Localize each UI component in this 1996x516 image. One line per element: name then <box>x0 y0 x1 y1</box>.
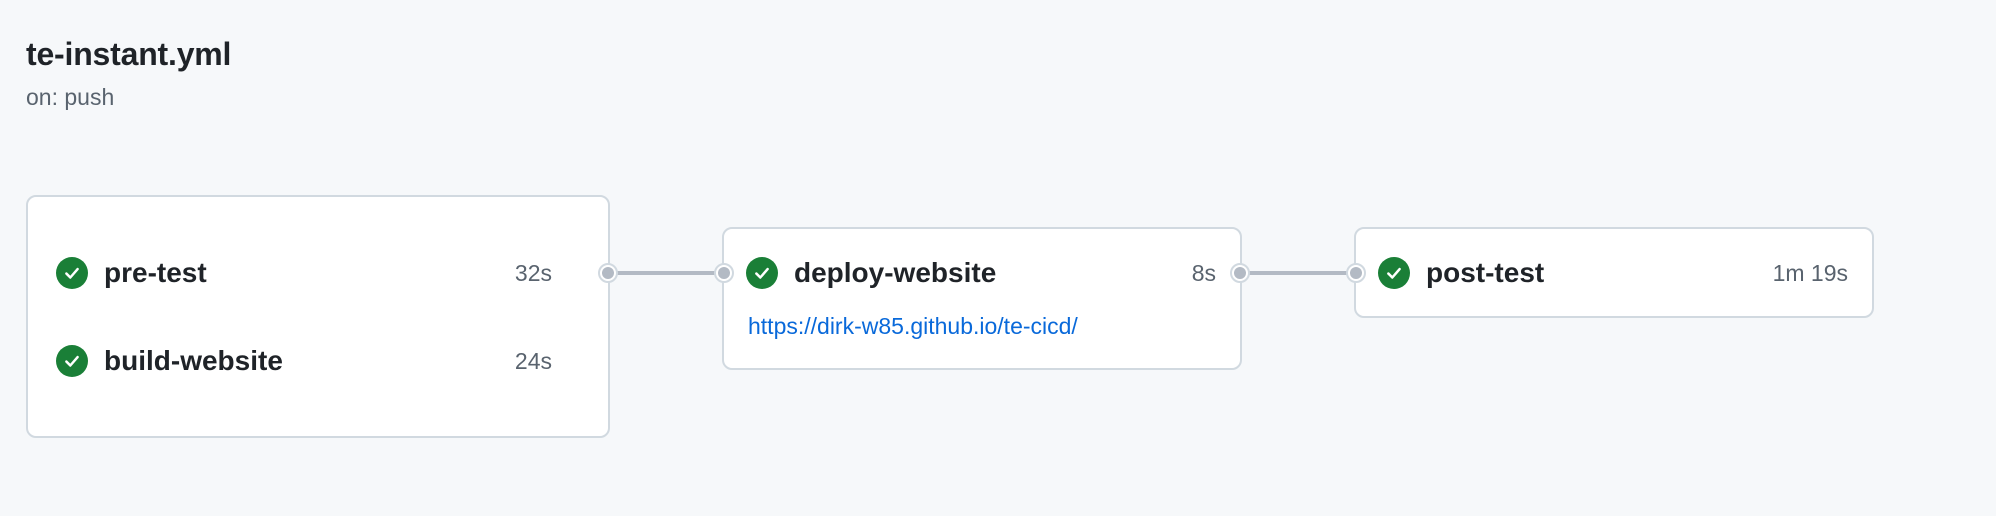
deployment-url-link[interactable]: https://dirk-w85.github.io/te-cicd/ <box>748 313 1078 340</box>
job-name: pre-test <box>104 257 207 288</box>
job-pre-test[interactable]: pre-test 32s <box>56 253 552 293</box>
job-box <box>722 227 1242 370</box>
connector-dot <box>1346 263 1366 283</box>
connector-dot <box>598 263 618 283</box>
job-connector <box>1240 271 1356 275</box>
job-group-box <box>26 195 610 438</box>
job-connector <box>608 271 724 275</box>
job-duration: 1m 19s <box>1772 259 1848 286</box>
connector-dot <box>1230 263 1250 283</box>
job-name: post-test <box>1426 257 1545 288</box>
check-circle-icon <box>746 257 778 289</box>
job-duration: 32s <box>514 259 552 286</box>
check-circle-icon <box>1378 257 1410 289</box>
job-name: build-website <box>104 345 283 376</box>
job-duration: 24s <box>514 347 552 374</box>
job-duration: 8s <box>1191 259 1216 286</box>
job-deploy-website[interactable]: deploy-website 8s <box>746 253 1216 293</box>
check-circle-icon <box>56 257 88 289</box>
job-name: deploy-website <box>794 257 997 288</box>
workflow-trigger: on: push <box>26 84 115 110</box>
job-build-website[interactable]: build-website 24s <box>56 341 552 381</box>
connector-dot <box>714 263 734 283</box>
check-circle-icon <box>56 345 88 377</box>
job-post-test[interactable]: post-test 1m 19s <box>1378 253 1848 293</box>
workflow-title: te-instant.yml <box>26 36 232 72</box>
